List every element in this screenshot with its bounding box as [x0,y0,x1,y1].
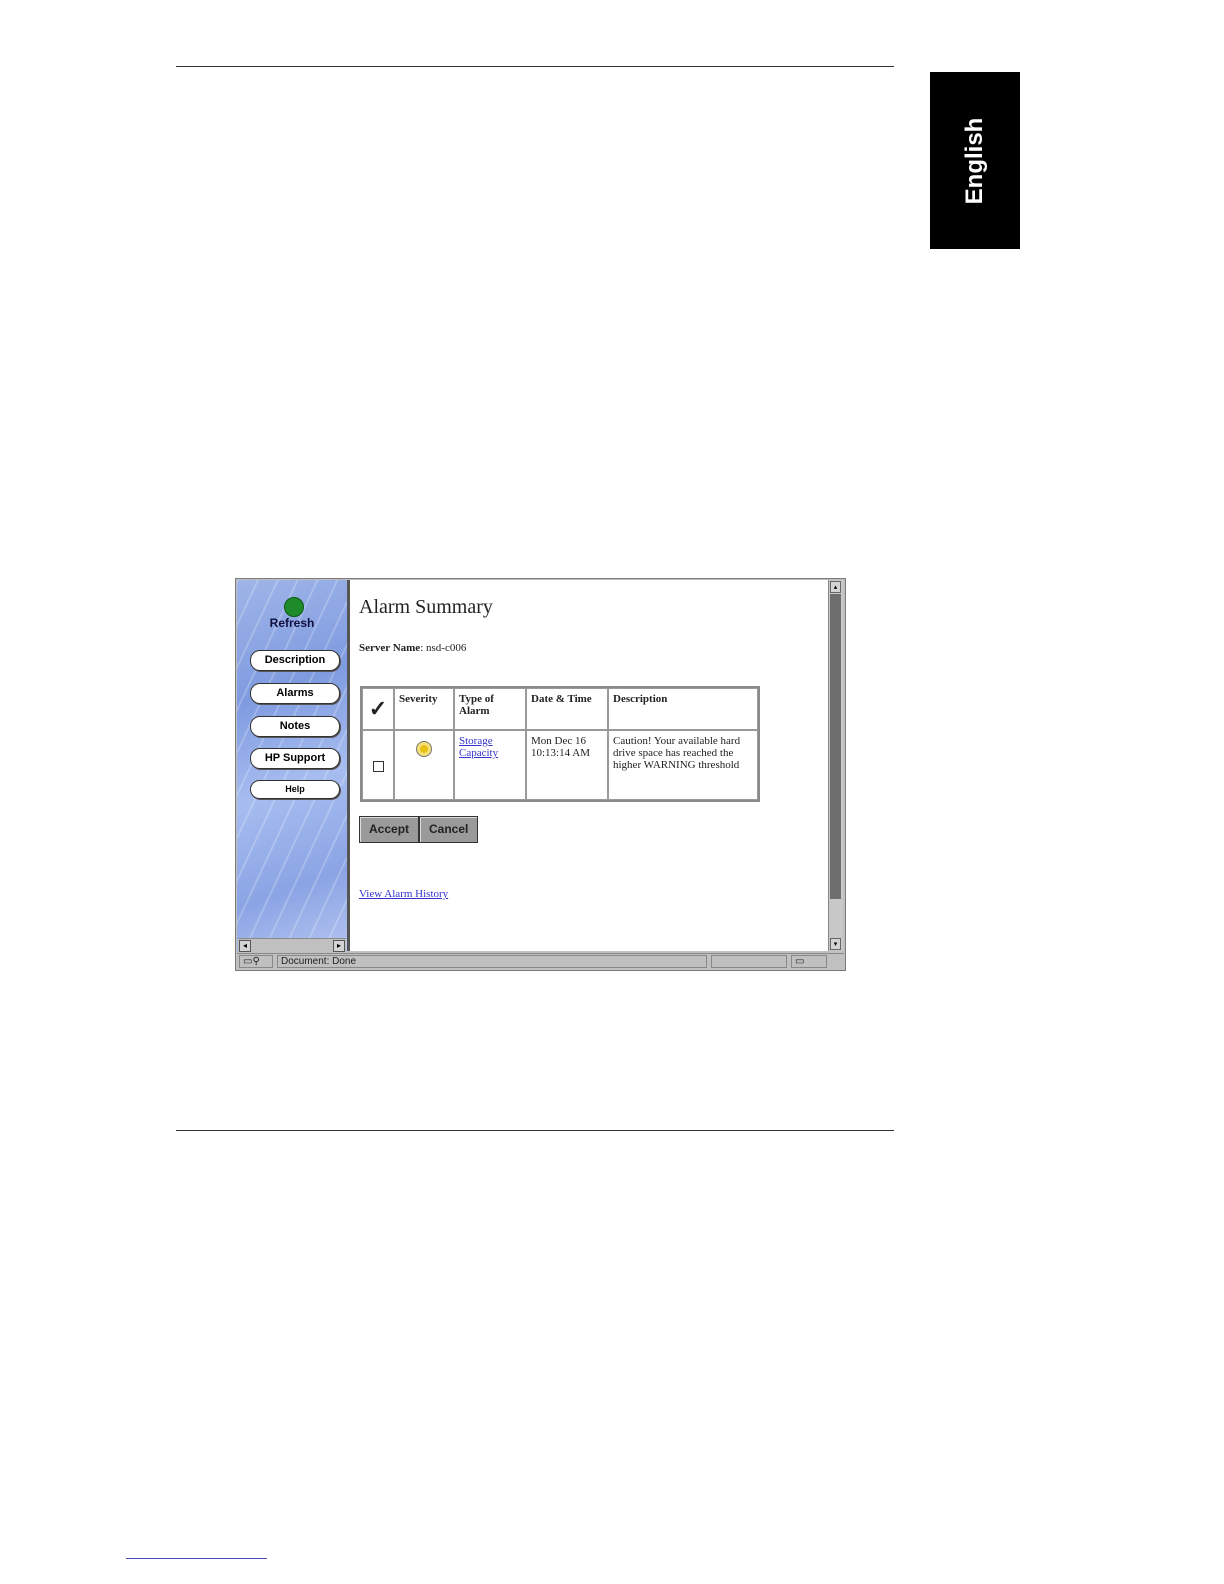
status-component-icon: ▭ [791,955,827,968]
severity-warning-icon [416,741,432,757]
language-tab-label: English [961,117,988,204]
status-text: Document: Done [277,955,707,968]
page-title: Alarm Summary [359,596,493,618]
server-name-label: Server Name [359,642,421,654]
type-header: Type of Alarm [454,688,526,730]
datetime-cell: Mon Dec 16 10:13:14 AM [526,730,608,800]
main-content: Alarm Summary Server Name: nsd-c006 ✓ Se… [350,580,828,951]
datetime-header: Date & Time [526,688,608,730]
browser-screenshot: Refresh Description Alarms Notes HP Supp… [235,578,846,971]
nav-hp-support-button[interactable]: HP Support [250,748,340,769]
accept-button[interactable]: Accept [359,816,420,843]
security-icon: ▭⚲ [239,955,273,968]
status-progress [711,955,787,968]
row-select-cell [362,730,394,800]
status-bar: ▭⚲ Document: Done ▭ [237,953,844,970]
refresh-label[interactable]: Refresh [237,616,347,630]
nav-description-button[interactable]: Description [250,650,340,671]
sidebar: Refresh Description Alarms Notes HP Supp… [237,580,350,952]
server-name-value: nsd-c006 [426,642,467,654]
server-name: Server Name: nsd-c006 [359,642,467,654]
nav-alarms-button[interactable]: Alarms [250,683,340,704]
table-row: Storage Capacity Mon Dec 16 10:13:14 AM … [362,730,758,800]
sidebar-horizontal-scrollbar[interactable]: ◂ ▸ [238,938,346,952]
severity-cell [394,730,454,800]
alarm-type-link[interactable]: Storage Capacity [459,735,498,759]
alarm-table: ✓ Severity Type of Alarm Date & Time Des… [360,686,760,802]
alarm-table-header: ✓ Severity Type of Alarm Date & Time Des… [362,688,758,730]
refresh-icon[interactable] [284,597,304,617]
row-checkbox[interactable] [372,761,384,772]
action-buttons: Accept Cancel [359,816,479,843]
scroll-right-icon[interactable]: ▸ [333,940,345,952]
alarm-description: Caution! Your available hard drive space… [613,735,741,771]
description-cell: Caution! Your available hard drive space… [608,730,758,800]
footer-line [126,1558,267,1559]
nav-notes-button[interactable]: Notes [250,716,340,737]
scroll-up-icon[interactable]: ▴ [830,581,841,593]
type-cell: Storage Capacity [454,730,526,800]
checkmark-header-icon: ✓ [362,688,394,730]
view-alarm-history-link[interactable]: View Alarm History [359,888,448,900]
bottom-rule [176,1130,894,1131]
scroll-down-icon[interactable]: ▾ [830,938,841,950]
description-header: Description [608,688,758,730]
severity-header: Severity [394,688,454,730]
scroll-left-icon[interactable]: ◂ [239,940,251,952]
main-vertical-scrollbar[interactable]: ▴ ▾ [828,580,843,951]
cancel-button[interactable]: Cancel [419,816,479,843]
language-tab: English [930,72,1020,249]
nav-help-button[interactable]: Help [250,780,340,799]
scrollbar-thumb[interactable] [830,594,841,899]
top-rule [176,66,894,67]
